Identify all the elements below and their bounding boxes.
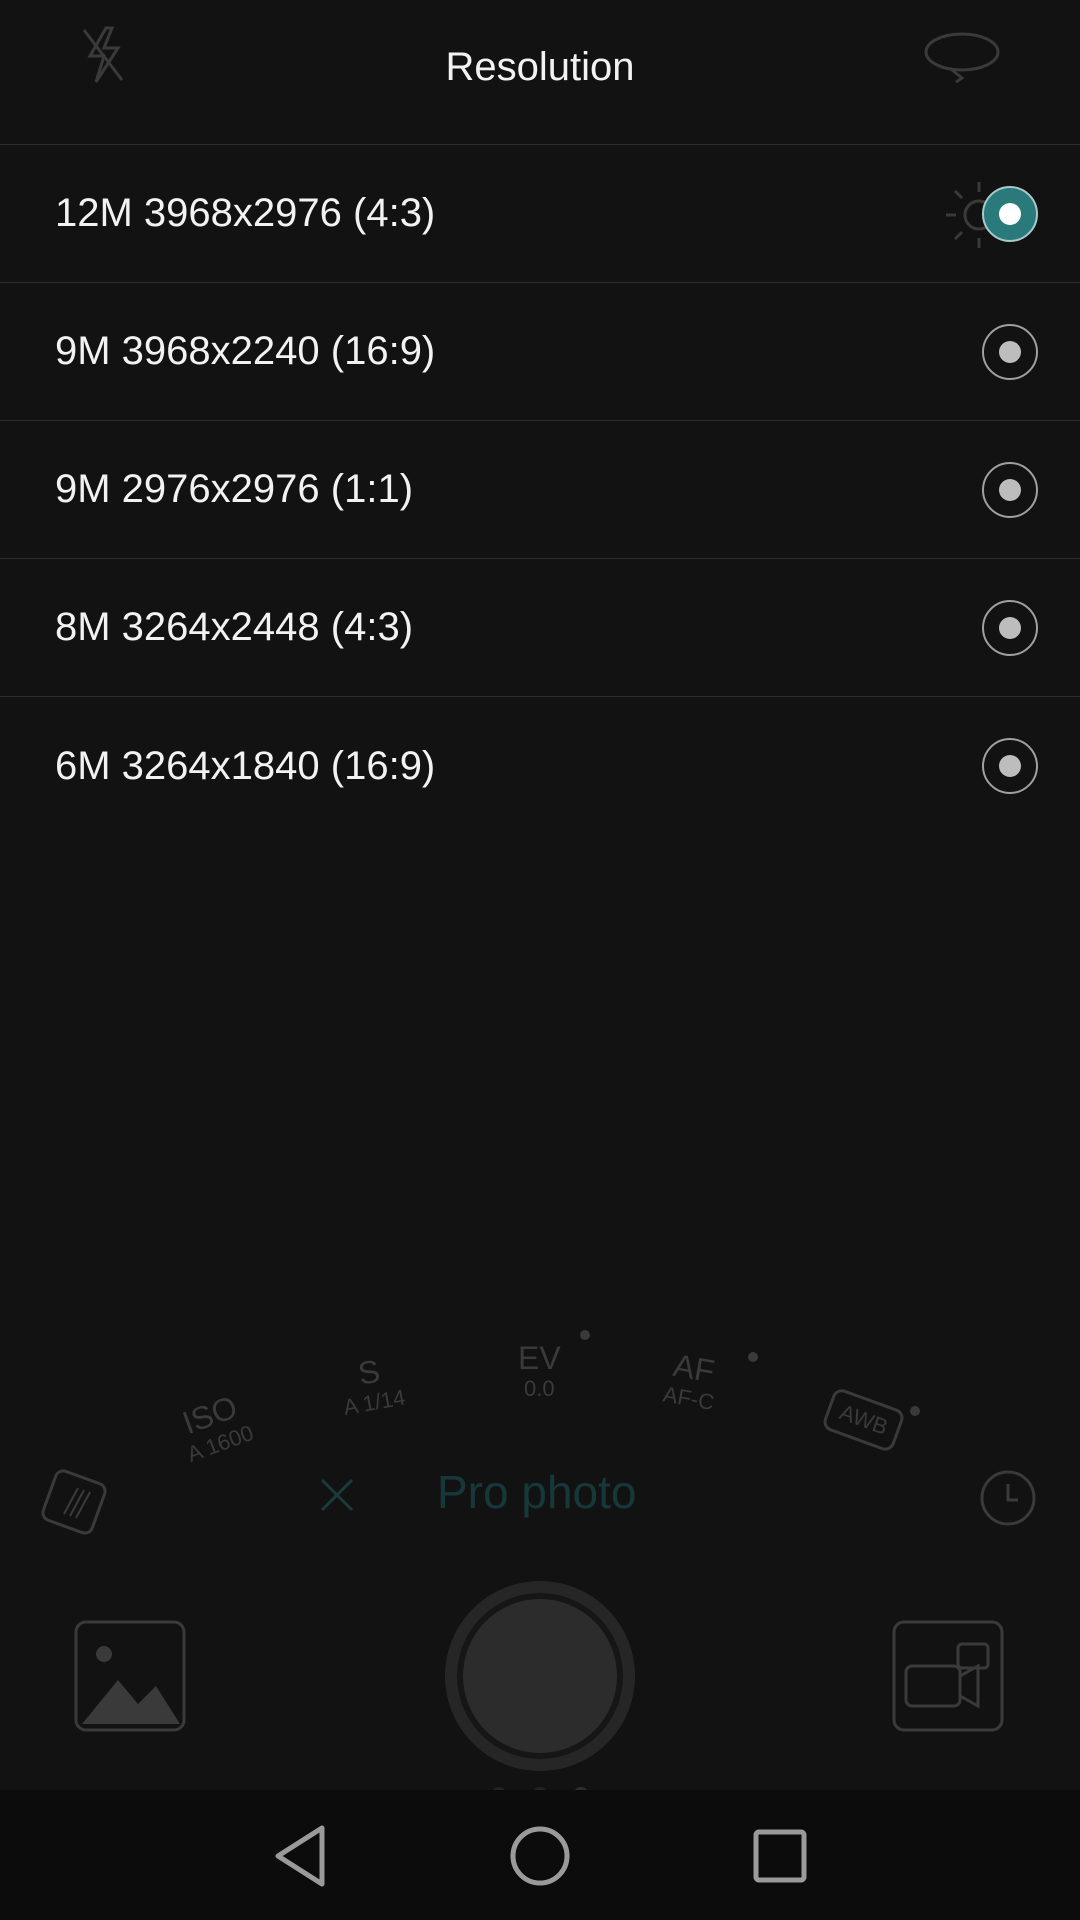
radio-dot: [999, 478, 1021, 501]
resolution-label: 12M 3968x2976 (4:3): [55, 191, 436, 235]
af-value: AF-C: [661, 1381, 717, 1416]
radio-dot: [999, 202, 1021, 225]
af-dial: AF AF-C: [661, 1346, 722, 1416]
ev-name: EV: [518, 1340, 561, 1376]
resolution-label: 6M 3264x1840 (16:9): [55, 743, 436, 788]
mode-label: Pro photo: [437, 1466, 637, 1518]
iso-name: ISO: [177, 1388, 242, 1442]
radio-dot: [999, 616, 1021, 639]
resolution-label: 9M 3968x2240 (16:9): [55, 329, 436, 373]
shutter-button: [445, 1581, 635, 1771]
radio-button[interactable]: [982, 599, 1038, 656]
page-title: Resolution: [445, 45, 635, 89]
radio-dot: [999, 340, 1021, 363]
shutter-value: A 1/14: [341, 1384, 408, 1420]
radio-button[interactable]: [982, 738, 1038, 794]
resolution-list: 12M 3968x2976 (4:3) 9M 3968x2240 (16:9) …: [0, 145, 1080, 835]
resolution-option-12m[interactable]: 12M 3968x2976 (4:3): [0, 145, 1080, 283]
resolution-label: 9M 2976x2976 (1:1): [55, 467, 414, 511]
awb-name: AWB: [820, 1386, 907, 1454]
ev-value: 0.0: [524, 1376, 555, 1401]
resolution-option-9m-1-1[interactable]: 9M 2976x2976 (1:1): [0, 421, 1080, 559]
metering-icon: [41, 1469, 107, 1535]
timer-icon: [980, 1470, 1036, 1526]
video-icon: [892, 1620, 1004, 1732]
shutter-dial: S A 1/14: [335, 1351, 408, 1420]
gallery-icon: [74, 1620, 186, 1732]
close-icon: [320, 1478, 354, 1512]
af-dot: [748, 1352, 758, 1362]
resolution-option-9m-16-9[interactable]: 9M 3968x2240 (16:9): [0, 283, 1080, 421]
radio-button-selected[interactable]: [982, 185, 1038, 242]
recents-icon[interactable]: [742, 1818, 818, 1894]
resolution-label: 8M 3264x2448 (4:3): [55, 605, 414, 649]
af-name: AF: [670, 1346, 718, 1390]
camera-settings-screen: ISO A 1600 S A 1/14 EV 0.0 AF AF-C AWB P…: [0, 0, 1080, 1920]
ev-dot: [580, 1330, 590, 1340]
iso-value: A 1600: [183, 1419, 257, 1467]
awb-dial: AWB: [820, 1386, 907, 1454]
back-icon[interactable]: [262, 1818, 338, 1894]
navigation-bar: [0, 1790, 1080, 1920]
radio-button[interactable]: [982, 461, 1038, 518]
shutter-name: S: [355, 1352, 383, 1392]
home-icon[interactable]: [502, 1818, 578, 1894]
resolution-option-6m[interactable]: 6M 3264x1840 (16:9): [0, 697, 1080, 835]
radio-button[interactable]: [982, 323, 1038, 380]
ev-dial: EV 0.0: [518, 1342, 561, 1400]
radio-dot: [999, 755, 1021, 777]
iso-dial: ISO A 1600: [172, 1388, 257, 1467]
resolution-header: Resolution: [0, 0, 1080, 145]
awb-dot: [910, 1406, 920, 1416]
resolution-option-8m[interactable]: 8M 3264x2448 (4:3): [0, 559, 1080, 697]
